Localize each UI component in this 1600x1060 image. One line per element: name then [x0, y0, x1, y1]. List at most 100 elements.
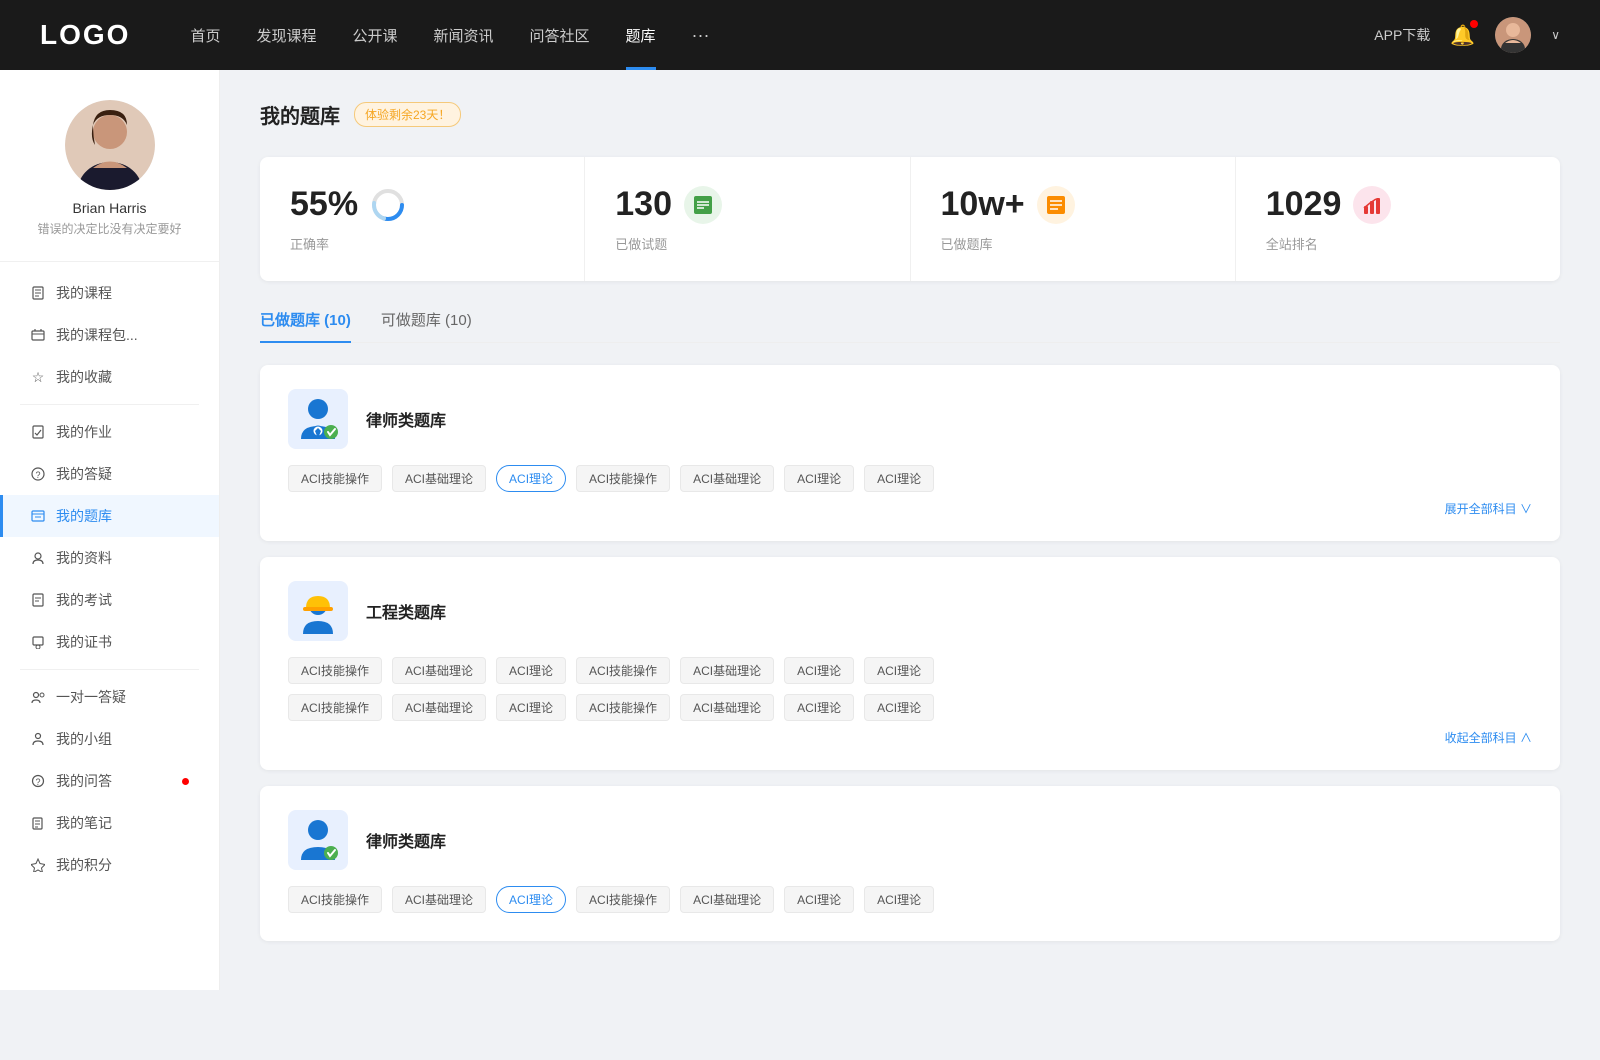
- sidebar-item-cert[interactable]: 我的证书: [0, 621, 219, 663]
- tag[interactable]: ACI技能操作: [288, 694, 382, 721]
- tag[interactable]: ACI基础理论: [392, 657, 486, 684]
- collapse-button-engineer[interactable]: 收起全部科目 ∧: [288, 729, 1532, 746]
- nav-link-discover[interactable]: 发现课程: [256, 25, 316, 46]
- bank-card-engineer-tags-row2: ACI技能操作 ACI基础理论 ACI理论 ACI技能操作 ACI基础理论 AC…: [288, 694, 1532, 721]
- nav-link-open[interactable]: 公开课: [352, 25, 397, 46]
- sidebar-item-notes[interactable]: 我的笔记: [0, 802, 219, 844]
- stat-accuracy-top: 55%: [290, 185, 554, 224]
- stat-accuracy: 55% 正确率: [260, 157, 585, 281]
- qa-icon: ?: [30, 773, 46, 789]
- nav-avatar[interactable]: [1495, 17, 1531, 53]
- sidebar-item-courses[interactable]: 我的课程: [0, 272, 219, 314]
- tag[interactable]: ACI技能操作: [576, 694, 670, 721]
- page-title: 我的题库: [260, 100, 340, 129]
- bank-card-lawyer-2-title: 律师类题库: [366, 828, 446, 852]
- tag[interactable]: ACI技能操作: [288, 886, 382, 913]
- tag[interactable]: ACI理论: [784, 886, 854, 913]
- navbar: LOGO 首页 发现课程 公开课 新闻资讯 问答社区 题库 ··· APP下载 …: [0, 0, 1600, 70]
- sidebar-item-group-label: 我的小组: [56, 729, 112, 749]
- sidebar-item-exam[interactable]: 我的考试: [0, 579, 219, 621]
- stat-rank-label: 全站排名: [1266, 234, 1530, 253]
- sidebar-item-course-packages-label: 我的课程包...: [56, 325, 138, 345]
- tag[interactable]: ACI理论: [784, 694, 854, 721]
- nav-link-bank[interactable]: 题库: [626, 25, 656, 46]
- expand-button-lawyer-1[interactable]: 展开全部科目 ∨: [288, 500, 1532, 517]
- sidebar-item-profile[interactable]: 我的资料: [0, 537, 219, 579]
- tab-available-banks[interactable]: 可做题库 (10): [381, 309, 472, 342]
- tag[interactable]: ACI基础理论: [392, 694, 486, 721]
- nav-more[interactable]: ···: [692, 25, 710, 46]
- accuracy-donut-icon: [370, 187, 406, 223]
- nav-app-download[interactable]: APP下载: [1374, 25, 1430, 45]
- sidebar-item-tutor[interactable]: 一对一答疑: [0, 676, 219, 718]
- tag[interactable]: ACI理论: [784, 657, 854, 684]
- done-questions-icon: [684, 186, 722, 224]
- bank-card-engineer-title: 工程类题库: [366, 599, 446, 623]
- sidebar-item-favorites[interactable]: ☆ 我的收藏: [0, 356, 219, 398]
- tag[interactable]: ACI技能操作: [288, 657, 382, 684]
- sidebar-item-exam-label: 我的考试: [56, 590, 112, 610]
- stat-done-questions-top: 130: [615, 185, 879, 224]
- profile-section: Brian Harris 错误的决定比没有决定要好: [0, 100, 219, 262]
- tag[interactable]: ACI基础理论: [680, 886, 774, 913]
- bell-dot: [1470, 20, 1478, 28]
- tag[interactable]: ACI基础理论: [392, 465, 486, 492]
- nav-link-home[interactable]: 首页: [190, 25, 220, 46]
- sidebar-item-homework[interactable]: 我的作业: [0, 411, 219, 453]
- tag[interactable]: ACI基础理论: [680, 657, 774, 684]
- tag[interactable]: ACI理论: [864, 465, 934, 492]
- tab-done-banks[interactable]: 已做题库 (10): [260, 309, 351, 342]
- tag[interactable]: ACI基础理论: [680, 694, 774, 721]
- tag[interactable]: ACI理论: [496, 657, 566, 684]
- sidebar-item-notes-label: 我的笔记: [56, 813, 112, 833]
- bank-card-engineer-header: 工程类题库: [288, 581, 1532, 641]
- stat-done-banks: 10w+ 已做题库: [911, 157, 1236, 281]
- stat-done-questions-label: 已做试题: [615, 234, 879, 253]
- stat-accuracy-value: 55%: [290, 185, 358, 224]
- tag[interactable]: ACI理论: [864, 886, 934, 913]
- sidebar-item-cert-label: 我的证书: [56, 632, 112, 652]
- tag[interactable]: ACI理论: [496, 694, 566, 721]
- tag[interactable]: ACI技能操作: [576, 886, 670, 913]
- bank-card-engineer-tags-row1: ACI技能操作 ACI基础理论 ACI理论 ACI技能操作 ACI基础理论 AC…: [288, 657, 1532, 684]
- bank-card-lawyer-1-header: 律师类题库: [288, 389, 1532, 449]
- tag[interactable]: ACI理论: [864, 657, 934, 684]
- sidebar-item-tutor-label: 一对一答疑: [56, 687, 126, 707]
- tag[interactable]: ACI技能操作: [288, 465, 382, 492]
- sidebar-item-bank[interactable]: 我的题库: [0, 495, 219, 537]
- nav-link-news[interactable]: 新闻资讯: [434, 25, 494, 46]
- sidebar: Brian Harris 错误的决定比没有决定要好 我的课程 我的课程包... …: [0, 70, 220, 990]
- tag[interactable]: ACI基础理论: [680, 465, 774, 492]
- qa-notification-dot: [182, 778, 189, 785]
- stats-row: 55% 正确率 130: [260, 157, 1560, 281]
- nav-right: APP下载 ∨: [1374, 17, 1560, 53]
- tag[interactable]: ACI理论: [864, 694, 934, 721]
- nav-link-qa[interactable]: 问答社区: [530, 25, 590, 46]
- nav-arrow[interactable]: ∨: [1551, 28, 1560, 42]
- bank-icon: [30, 508, 46, 524]
- cert-icon: [30, 634, 46, 650]
- sidebar-item-bank-label: 我的题库: [56, 506, 112, 526]
- stat-done-banks-top: 10w+: [941, 185, 1205, 224]
- nav-links: 首页 发现课程 公开课 新闻资讯 问答社区 题库 ···: [190, 25, 1374, 46]
- tag[interactable]: ACI理论: [784, 465, 854, 492]
- sidebar-item-course-packages[interactable]: 我的课程包...: [0, 314, 219, 356]
- course-packages-icon: [30, 327, 46, 343]
- tag-active[interactable]: ACI理论: [496, 465, 566, 492]
- tutor-icon: [30, 689, 46, 705]
- tag[interactable]: ACI基础理论: [392, 886, 486, 913]
- bank-card-lawyer-2-header: 律师类题库: [288, 810, 1532, 870]
- nav-bell[interactable]: [1450, 23, 1475, 48]
- sidebar-item-qa[interactable]: ? 我的问答: [0, 760, 219, 802]
- nav-logo[interactable]: LOGO: [40, 19, 130, 51]
- bank-card-lawyer-2-tags: ACI技能操作 ACI基础理论 ACI理论 ACI技能操作 ACI基础理论 AC…: [288, 886, 1532, 913]
- tag[interactable]: ACI技能操作: [576, 657, 670, 684]
- sidebar-item-favorites-label: 我的收藏: [56, 367, 112, 387]
- sidebar-item-answers[interactable]: ? 我的答疑: [0, 453, 219, 495]
- sidebar-item-points[interactable]: 我的积分: [0, 844, 219, 886]
- profile-icon: [30, 550, 46, 566]
- sidebar-item-group[interactable]: 我的小组: [0, 718, 219, 760]
- tag[interactable]: ACI技能操作: [576, 465, 670, 492]
- tag-active[interactable]: ACI理论: [496, 886, 566, 913]
- sidebar-item-courses-label: 我的课程: [56, 283, 112, 303]
